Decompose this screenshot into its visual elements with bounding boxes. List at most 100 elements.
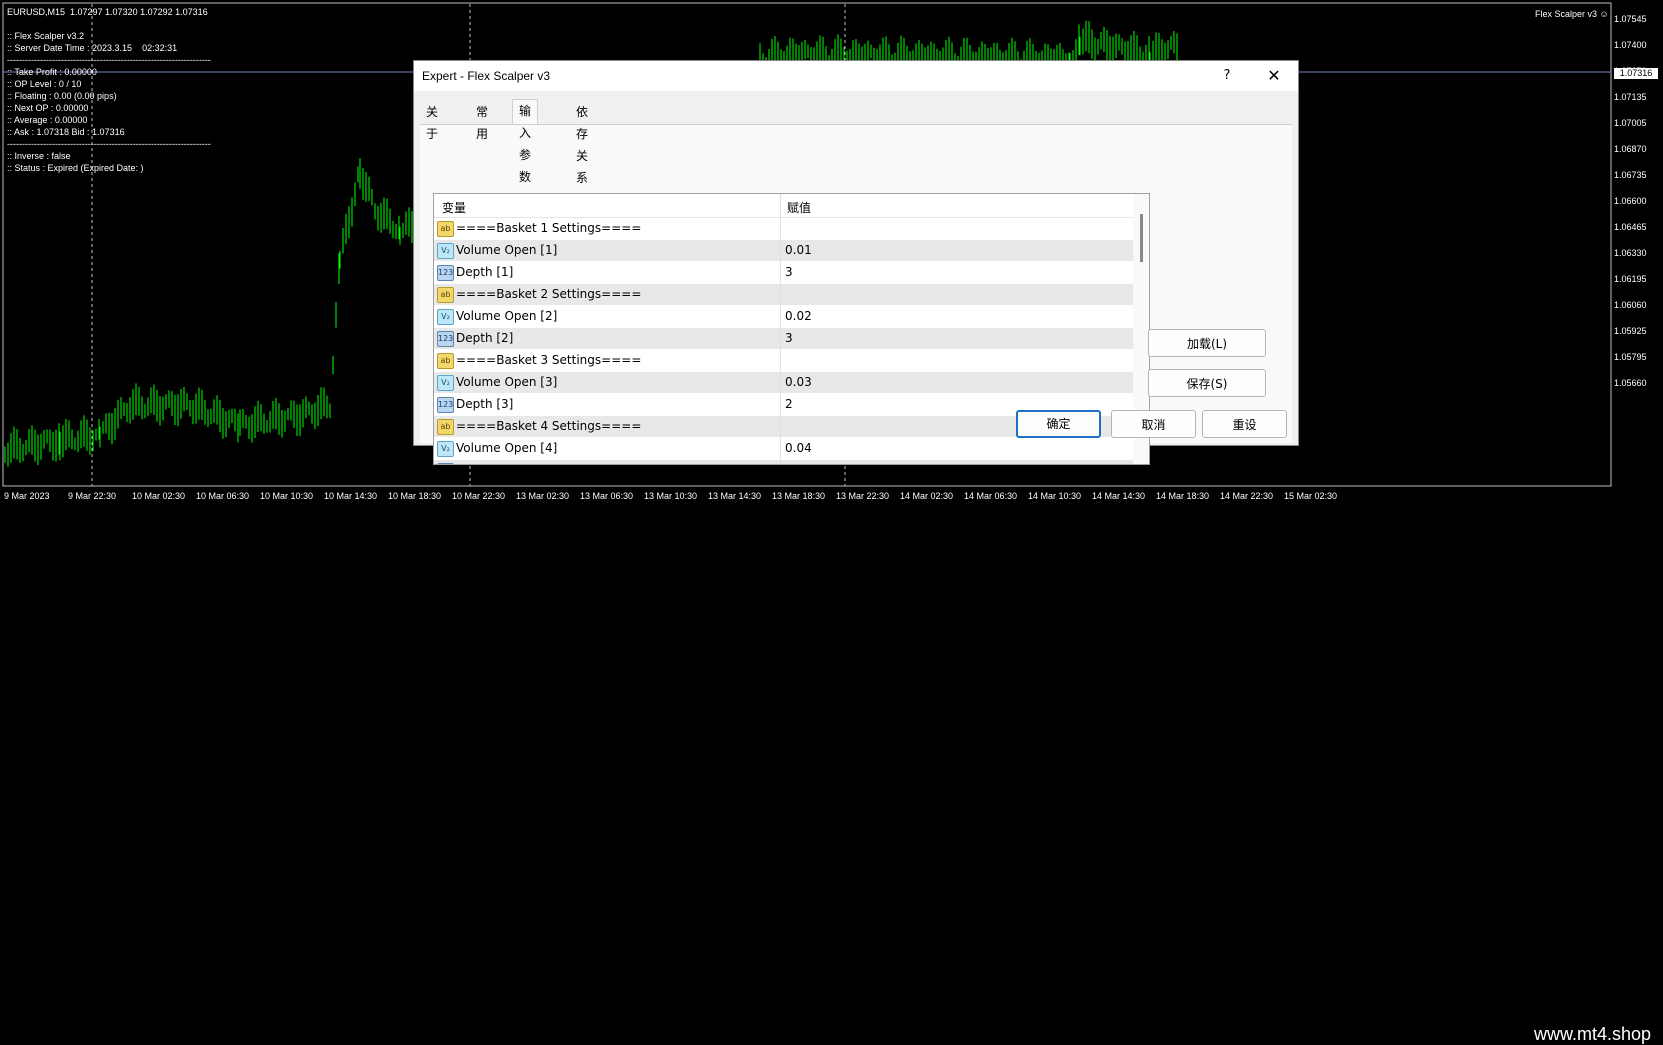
column-value[interactable]: 赋值 (787, 199, 811, 216)
time-tick-label: 14 Mar 18:30 (1156, 491, 1210, 501)
param-name: Volume Open [4] (456, 441, 558, 455)
time-tick-label: 10 Mar 22:30 (452, 491, 506, 501)
info-line: :: Take Profit : 0.00000 (7, 67, 97, 77)
table-row[interactable]: ab ====Basket 3 Settings==== (434, 350, 1149, 372)
column-variable[interactable]: 变量 (442, 199, 466, 216)
time-tick-label: 14 Mar 22:30 (1220, 491, 1274, 501)
ok-button[interactable]: 确定 (1016, 410, 1101, 438)
table-row[interactable]: 123 Depth [1] 3 (434, 262, 1149, 284)
dialog-title: Expert - Flex Scalper v3 (422, 69, 551, 83)
table-row[interactable]: ab ====Basket 1 Settings==== (434, 218, 1149, 240)
time-tick-label: 14 Mar 10:30 (1028, 491, 1082, 501)
ea-label: Flex Scalper v3 ☺ (1535, 9, 1609, 19)
tab-common[interactable]: 常用 (470, 101, 494, 141)
param-name: Depth [3] (456, 397, 514, 411)
table-row[interactable]: 123 Depth [2] 3 (434, 328, 1149, 350)
double-param-icon: V₂ (437, 243, 454, 259)
time-tick-label: 14 Mar 14:30 (1092, 491, 1146, 501)
cancel-button[interactable]: 取消 (1111, 410, 1196, 438)
time-tick-label: 13 Mar 18:30 (772, 491, 826, 501)
param-name: Depth [1] (456, 265, 514, 279)
param-value[interactable]: 0.03 (785, 375, 812, 389)
param-value[interactable]: 3 (785, 331, 793, 345)
info-line: :: Server Date Time : 2023.3.15 02:32:31 (7, 43, 178, 53)
param-name: Volume Open [1] (456, 243, 558, 257)
integer-param-icon: 123 (437, 331, 454, 347)
price-tick-label: 1.06600 (1614, 196, 1647, 206)
table-row[interactable]: V₂ Volume Open [2] 0.02 (434, 306, 1149, 328)
time-tick-label: 10 Mar 06:30 (196, 491, 250, 501)
param-name: ====Basket 4 Settings==== (456, 419, 642, 433)
info-line: :: Inverse : false (7, 151, 71, 161)
bottom-bar: www.mt4.shop (0, 510, 1663, 1044)
time-tick-label: 10 Mar 18:30 (388, 491, 442, 501)
watermark: www.mt4.shop (1533, 1024, 1651, 1044)
table-row[interactable]: V₂ Volume Open [4] 0.04 (434, 438, 1149, 460)
param-value[interactable]: 0.02 (785, 309, 812, 323)
scroll-thumb[interactable] (1140, 214, 1143, 262)
time-tick-label: 13 Mar 02:30 (516, 491, 570, 501)
time-tick-label: 13 Mar 10:30 (644, 491, 698, 501)
double-param-icon: V₂ (437, 309, 454, 325)
tab-dependencies[interactable]: 依存关系 (570, 101, 594, 185)
load-button[interactable]: 加载(L) (1148, 329, 1266, 357)
info-line: :: OP Level : 0 / 10 (7, 79, 82, 89)
time-tick-label: 14 Mar 06:30 (964, 491, 1018, 501)
info-line: :: Average : 0.00000 (7, 115, 88, 125)
info-line: :: Next OP : 0.00000 (7, 103, 89, 113)
double-param-icon: V₂ (437, 375, 454, 391)
price-tick-label: 1.05795 (1614, 352, 1647, 362)
tab-about[interactable]: 关于 (420, 101, 444, 141)
reset-button[interactable]: 重设 (1202, 410, 1287, 438)
table-header: 变量 赋值 (434, 194, 1149, 218)
expert-dialog: Expert - Flex Scalper v3 ? ✕ 关于 常用 输入参数 … (413, 60, 1299, 465)
param-value[interactable]: 2 (785, 463, 793, 464)
string-param-icon: ab (437, 419, 454, 435)
price-tick-label: 1.06735 (1614, 170, 1647, 180)
table-row[interactable]: V₂ Volume Open [1] 0.01 (434, 240, 1149, 262)
table-row[interactable]: 123Depth [4] 2 (434, 460, 1149, 464)
tab-inputs[interactable]: 输入参数 (512, 99, 539, 184)
table-row[interactable]: ab ====Basket 2 Settings==== (434, 284, 1149, 306)
time-tick-label: 13 Mar 06:30 (580, 491, 634, 501)
param-name: ====Basket 2 Settings==== (456, 287, 642, 301)
param-name: Depth [4] (456, 463, 513, 464)
price-tick-label: 1.07545 (1614, 14, 1647, 24)
integer-param-icon: 123 (437, 463, 454, 464)
time-tick-label: 10 Mar 02:30 (132, 491, 186, 501)
string-param-icon: ab (437, 287, 454, 303)
param-name: ====Basket 1 Settings==== (456, 221, 642, 235)
info-line: :: Ask : 1.07318 Bid : 1.07316 (7, 127, 125, 137)
save-button[interactable]: 保存(S) (1148, 369, 1266, 397)
info-line: :: Floating : 0.00 (0.00 pips) (7, 91, 117, 101)
param-value[interactable]: 0.01 (785, 243, 812, 257)
info-line: ----------------------------------------… (7, 55, 211, 65)
param-value[interactable]: 2 (785, 397, 793, 411)
info-line: ----------------------------------------… (7, 139, 211, 149)
current-price-tag: 1.07316 (1614, 68, 1658, 79)
price-tick-label: 1.05660 (1614, 378, 1647, 388)
time-tick-label: 9 Mar 22:30 (68, 491, 117, 501)
price-tick-label: 1.07400 (1614, 40, 1647, 50)
time-tick-label: 13 Mar 14:30 (708, 491, 762, 501)
string-param-icon: ab (437, 221, 454, 237)
integer-param-icon: 123 (437, 265, 454, 281)
param-name: Depth [2] (456, 331, 514, 345)
chart-header: EURUSD,M15 1.07297 1.07320 1.07292 1.073… (7, 7, 208, 17)
double-param-icon: V₂ (437, 441, 454, 457)
price-tick-label: 1.06060 (1614, 300, 1647, 310)
help-button[interactable]: ? (1216, 65, 1238, 87)
time-tick-label: 10 Mar 14:30 (324, 491, 378, 501)
price-tick-label: 1.06465 (1614, 222, 1647, 232)
close-button[interactable]: ✕ (1262, 65, 1286, 87)
time-tick-label: 10 Mar 10:30 (260, 491, 314, 501)
param-name: Volume Open [3] (456, 375, 558, 389)
param-value[interactable]: 0.04 (785, 441, 812, 455)
price-tick-label: 1.05925 (1614, 326, 1647, 336)
param-name: ====Basket 3 Settings==== (456, 353, 642, 367)
price-tick-label: 1.07135 (1614, 92, 1647, 102)
param-value[interactable]: 3 (785, 265, 793, 279)
table-row[interactable]: V₂ Volume Open [3] 0.03 (434, 372, 1149, 394)
dialog-titlebar[interactable]: Expert - Flex Scalper v3 ? ✕ (414, 61, 1298, 91)
param-name: Volume Open [2] (456, 309, 558, 323)
